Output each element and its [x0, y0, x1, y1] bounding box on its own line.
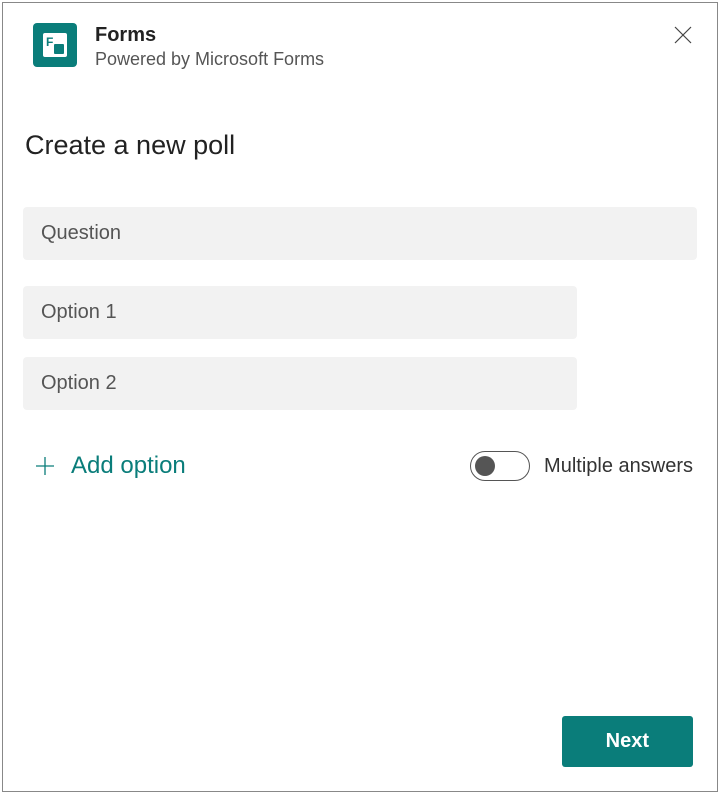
multiple-answers-label: Multiple answers [544, 455, 693, 478]
page-title: Create a new poll [23, 130, 697, 161]
app-subtitle: Powered by Microsoft Forms [95, 49, 324, 70]
add-option-label: Add option [71, 452, 186, 480]
header-text: Forms Powered by Microsoft Forms [95, 23, 324, 70]
option-input-2[interactable] [23, 357, 577, 410]
forms-app-icon [33, 23, 77, 67]
forms-poll-dialog: Forms Powered by Microsoft Forms Create … [2, 2, 718, 792]
close-button[interactable] [669, 21, 697, 49]
add-option-button[interactable]: Add option [23, 448, 194, 484]
multiple-answers-toggle[interactable] [470, 451, 530, 481]
next-button[interactable]: Next [562, 716, 693, 767]
close-icon [674, 26, 692, 44]
controls-row: Add option Multiple answers [23, 448, 697, 484]
option-input-1[interactable] [23, 286, 577, 339]
dialog-header: Forms Powered by Microsoft Forms [3, 3, 717, 86]
plus-icon [31, 452, 59, 480]
multiple-answers-group: Multiple answers [470, 451, 693, 481]
question-input[interactable] [23, 207, 697, 260]
toggle-knob [475, 456, 495, 476]
app-title: Forms [95, 23, 324, 47]
dialog-footer: Next [3, 716, 717, 791]
dialog-content: Create a new poll Add option Multiple an… [3, 86, 717, 716]
